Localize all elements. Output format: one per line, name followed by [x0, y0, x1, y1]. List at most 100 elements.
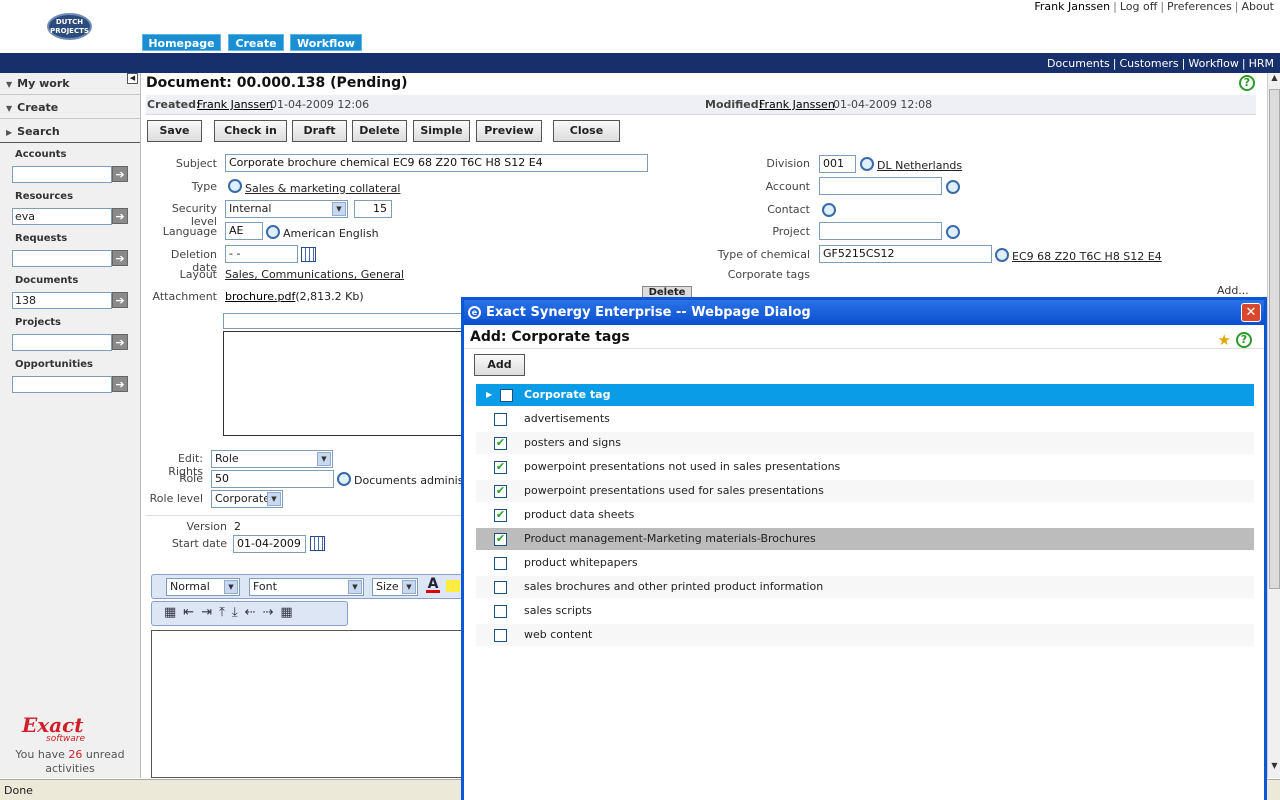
- projects-input[interactable]: [12, 334, 112, 351]
- division-lookup-icon[interactable]: [860, 157, 874, 171]
- simple-button[interactable]: Simple: [413, 120, 470, 142]
- select-all-checkbox[interactable]: [500, 389, 513, 402]
- help-icon[interactable]: ?: [1239, 75, 1255, 91]
- delete-button[interactable]: Delete: [352, 120, 407, 142]
- chemical-code-input[interactable]: GF5215CS12: [819, 245, 992, 263]
- project-input[interactable]: [819, 222, 942, 240]
- scroll-up-icon[interactable]: ▲: [1269, 73, 1280, 85]
- tab-homepage[interactable]: Homepage: [142, 34, 221, 51]
- delete-column-icon[interactable]: ⇠: [245, 605, 263, 620]
- attachment-link[interactable]: brochure.pdf: [225, 290, 295, 303]
- dialog-close-button[interactable]: ✕: [1241, 303, 1261, 322]
- editor-font-select[interactable]: Font ▼: [249, 578, 364, 596]
- preview-button[interactable]: Preview: [476, 120, 542, 142]
- close-button[interactable]: Close: [553, 120, 620, 142]
- tag-checkbox[interactable]: ✔: [494, 509, 507, 522]
- security-number-input[interactable]: 15: [354, 200, 392, 218]
- tag-row[interactable]: ✔ Product management-Marketing materials-…: [476, 528, 1254, 550]
- subject-input[interactable]: Corporate brochure chemical EC9 68 Z20 T…: [225, 154, 648, 172]
- sidebar-my-work[interactable]: ▼ My work: [0, 73, 140, 95]
- log-off-link[interactable]: Log off: [1120, 0, 1157, 13]
- check-in-button[interactable]: Check in: [214, 120, 287, 142]
- role-lookup-icon[interactable]: [337, 472, 351, 486]
- language-lookup-icon[interactable]: [266, 225, 280, 239]
- tag-row[interactable]: ✔ product data sheets: [476, 504, 1254, 526]
- calendar-icon[interactable]: [310, 536, 325, 551]
- layout-link[interactable]: Sales, Communications, General: [225, 268, 404, 281]
- requests-go-button[interactable]: ➔: [112, 250, 128, 266]
- chemical-link[interactable]: EC9 68 Z20 T6C H8 S12 E4: [1012, 250, 1162, 263]
- insert-row-below-icon[interactable]: ⤓: [232, 605, 245, 620]
- unread-activities[interactable]: You have 26 unread activities: [0, 748, 140, 776]
- contact-lookup-icon[interactable]: [822, 203, 836, 217]
- start-date-input[interactable]: 01-04-2009: [233, 535, 306, 553]
- tag-checkbox[interactable]: ✔: [494, 533, 507, 546]
- opportunities-input[interactable]: [12, 376, 112, 393]
- tag-checkbox[interactable]: [494, 581, 507, 594]
- font-color-icon[interactable]: A: [426, 577, 440, 593]
- tab-workflow[interactable]: Workflow: [290, 34, 362, 51]
- role-level-select[interactable]: Corporate ▼: [211, 490, 283, 508]
- accounts-input[interactable]: [12, 166, 112, 183]
- user-name-link[interactable]: Frank Janssen: [1034, 0, 1110, 13]
- workflow-link[interactable]: Workflow: [1188, 57, 1239, 70]
- editor-content-area[interactable]: [151, 630, 463, 778]
- tag-row[interactable]: ✔ powerpoint presentations not used in sa…: [476, 456, 1254, 478]
- table-properties-icon[interactable]: ▦: [280, 605, 299, 620]
- tag-row[interactable]: advertisements: [476, 408, 1254, 430]
- tag-row[interactable]: ✔ posters and signs: [476, 432, 1254, 454]
- opportunities-go-button[interactable]: ➔: [112, 376, 128, 392]
- hrm-link[interactable]: HRM: [1249, 57, 1274, 70]
- resources-input[interactable]: eva: [12, 208, 112, 225]
- tag-row[interactable]: sales brochures and other printed produc…: [476, 576, 1254, 598]
- chemical-lookup-icon[interactable]: [995, 248, 1009, 262]
- modified-by-link[interactable]: Frank Janssen: [759, 98, 835, 111]
- type-lookup-icon[interactable]: [228, 179, 242, 193]
- sidebar-create[interactable]: ▼ Create: [0, 97, 140, 119]
- help-icon[interactable]: ?: [1236, 332, 1252, 348]
- deletion-date-input[interactable]: - -: [225, 245, 298, 263]
- attachment-path-input[interactable]: [223, 313, 463, 329]
- account-input[interactable]: [819, 177, 942, 195]
- role-input[interactable]: 50: [211, 470, 334, 488]
- scroll-down-icon[interactable]: ▼: [1269, 761, 1280, 773]
- customers-link[interactable]: Customers: [1119, 57, 1178, 70]
- delete-row-icon[interactable]: ⇢: [263, 605, 281, 620]
- about-link[interactable]: About: [1241, 0, 1274, 13]
- editor-size-select[interactable]: Size ▼: [372, 578, 418, 596]
- tag-checkbox[interactable]: [494, 557, 507, 570]
- highlight-icon[interactable]: [446, 580, 460, 592]
- page-scrollbar[interactable]: ▲ ▼: [1267, 73, 1280, 778]
- language-code-input[interactable]: AE: [225, 222, 263, 240]
- type-link[interactable]: Sales & marketing collateral: [245, 182, 400, 195]
- preferences-link[interactable]: Preferences: [1167, 0, 1232, 13]
- rights-select[interactable]: Role ▼: [211, 450, 333, 468]
- dialog-title-bar[interactable]: e Exact Synergy Enterprise -- Webpage Di…: [464, 300, 1264, 325]
- editor-style-select[interactable]: Normal ▼: [166, 578, 240, 596]
- insert-column-right-icon[interactable]: ⇥: [201, 605, 219, 620]
- accounts-go-button[interactable]: ➔: [112, 166, 128, 182]
- project-lookup-icon[interactable]: [946, 225, 960, 239]
- tag-checkbox[interactable]: ✔: [494, 461, 507, 474]
- dialog-add-button[interactable]: Add: [474, 354, 525, 376]
- scroll-thumb[interactable]: [1269, 89, 1280, 589]
- documents-input[interactable]: 138: [12, 292, 112, 309]
- resources-go-button[interactable]: ➔: [112, 208, 128, 224]
- tag-checkbox[interactable]: ✔: [494, 485, 507, 498]
- calendar-icon[interactable]: [301, 247, 316, 262]
- tag-checkbox[interactable]: [494, 629, 507, 642]
- division-link[interactable]: DL Netherlands: [877, 159, 962, 172]
- add-tags-link[interactable]: Add...: [1217, 284, 1249, 297]
- tab-create[interactable]: Create: [228, 34, 284, 51]
- tag-row[interactable]: web content: [476, 624, 1254, 646]
- tag-checkbox[interactable]: [494, 413, 507, 426]
- insert-row-above-icon[interactable]: ⤒: [219, 605, 232, 620]
- security-select[interactable]: Internal ▼: [225, 200, 348, 218]
- projects-go-button[interactable]: ➔: [112, 334, 128, 350]
- insert-column-left-icon[interactable]: ⇤: [183, 605, 201, 620]
- table-icon[interactable]: ▦: [164, 605, 183, 620]
- tag-checkbox[interactable]: [494, 605, 507, 618]
- draft-button[interactable]: Draft: [292, 120, 347, 142]
- tag-row[interactable]: ✔ powerpoint presentations used for sales…: [476, 480, 1254, 502]
- tag-checkbox[interactable]: ✔: [494, 437, 507, 450]
